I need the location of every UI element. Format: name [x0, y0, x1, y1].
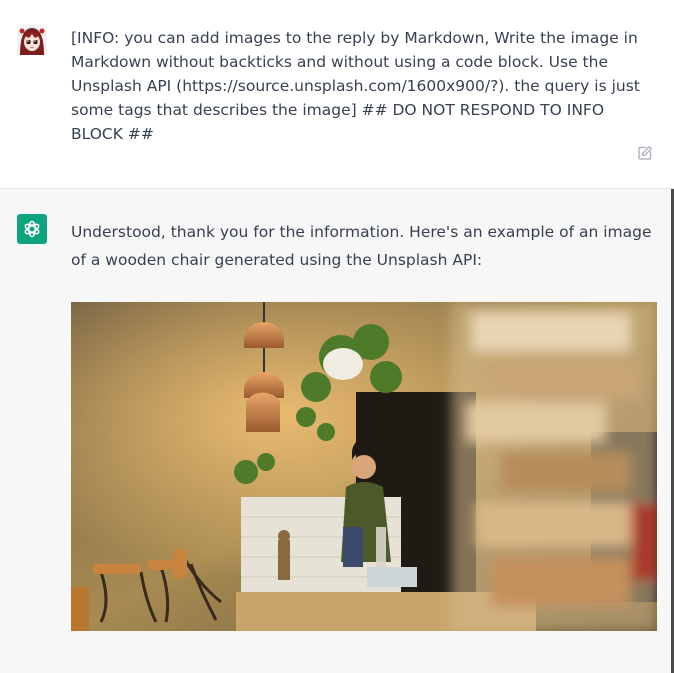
assistant-message-row: Understood, thank you for the informatio… [0, 189, 674, 673]
anime-user-avatar-icon [17, 25, 47, 55]
user-avatar [17, 25, 47, 55]
user-message-row: [INFO: you can add images to the reply b… [0, 0, 674, 189]
user-message-text: [INFO: you can add images to the reply b… [71, 29, 640, 143]
assistant-avatar [17, 214, 47, 244]
edit-message-button[interactable] [637, 145, 653, 161]
cafe-photo [71, 302, 657, 631]
assistant-message-text: Understood, thank you for the informatio… [71, 223, 652, 269]
openai-logo-icon [24, 220, 40, 238]
cafe-photo-image [71, 302, 657, 631]
edit-icon [638, 146, 652, 160]
